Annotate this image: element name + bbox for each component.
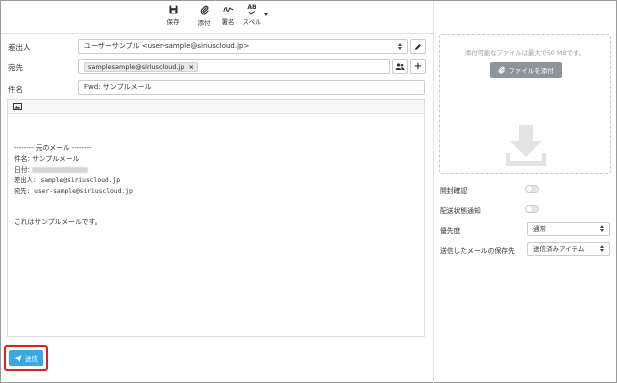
original-date-line: 日付: bbox=[14, 164, 89, 174]
read-receipt-toggle[interactable] bbox=[525, 185, 539, 193]
edit-identity-button[interactable] bbox=[410, 39, 426, 54]
attach-label: 添付 bbox=[197, 19, 211, 27]
spellcheck-dropdown-caret[interactable] bbox=[264, 13, 268, 16]
panel-divider bbox=[433, 1, 434, 383]
contacts-button[interactable] bbox=[392, 59, 408, 74]
message-text: これはサンプルメールです。 bbox=[14, 218, 102, 226]
original-from-line: 差出人: sample@siriuscloud.jp bbox=[14, 177, 121, 184]
editor-toolbar bbox=[8, 100, 424, 114]
redacted-date bbox=[32, 167, 89, 173]
send-button[interactable]: 送信 bbox=[9, 350, 43, 366]
from-select[interactable]: ユーザーサンプル <user-sample@siriuscloud.jp> bbox=[78, 39, 408, 54]
save-label: 保存 bbox=[166, 18, 180, 26]
compose-toolbar: 保存 添付 署名 AB スペル bbox=[1, 1, 433, 34]
paperclip-icon bbox=[200, 5, 209, 15]
delivery-notice-toggle[interactable] bbox=[525, 205, 539, 213]
compose-window: 保存 添付 署名 AB スペル 差出人 ユーザーサンプル <user-sampl… bbox=[0, 0, 617, 383]
original-subject-line: 件名: サンプルメール bbox=[14, 155, 80, 163]
subject-label: 件名 bbox=[8, 85, 23, 94]
priority-label: 優先度 bbox=[440, 227, 461, 235]
delivery-notice-label: 配送状態通知 bbox=[440, 207, 481, 215]
forward-separator: -------- 元のメール -------- bbox=[14, 144, 92, 152]
priority-value: 通常 bbox=[533, 225, 546, 233]
to-field[interactable]: samplesample@siriuscloud.jp × bbox=[78, 59, 390, 74]
spellcheck-button[interactable]: AB スペル bbox=[239, 5, 265, 27]
message-editor[interactable]: -------- 元のメール -------- 件名: サンプルメール 日付: … bbox=[7, 99, 425, 337]
send-button-highlight: 送信 bbox=[4, 345, 48, 371]
pencil-icon bbox=[415, 43, 421, 50]
save-button[interactable]: 保存 bbox=[160, 5, 186, 26]
spellcheck-label: スペル bbox=[242, 18, 262, 26]
save-sent-select[interactable]: 送信済みアイテム bbox=[527, 242, 610, 256]
paper-plane-icon bbox=[14, 354, 22, 362]
to-label: 宛先 bbox=[8, 63, 23, 72]
priority-select[interactable]: 通常 bbox=[527, 222, 610, 236]
original-to-line: 宛先: user-sample@siriuscloud.jp bbox=[14, 188, 133, 195]
select-arrows-icon bbox=[398, 43, 403, 51]
recipient-address: samplesample@siriuscloud.jp bbox=[88, 63, 185, 71]
subject-value: Fwd: サンプルメール bbox=[84, 83, 152, 91]
send-label: 送信 bbox=[25, 355, 38, 363]
select-arrows-icon bbox=[600, 225, 605, 233]
read-receipt-label: 開封確認 bbox=[440, 187, 468, 195]
date-label: 日付: bbox=[14, 166, 30, 174]
download-icon bbox=[506, 125, 546, 166]
paperclip-icon bbox=[498, 66, 506, 74]
save-icon bbox=[168, 5, 178, 14]
remove-recipient-button[interactable]: × bbox=[189, 63, 194, 71]
spellcheck-icon-text: AB bbox=[247, 4, 257, 11]
from-label: 差出人 bbox=[8, 43, 31, 52]
recipient-chip: samplesample@siriuscloud.jp × bbox=[84, 62, 198, 72]
attachment-drop-zone[interactable]: 添付可能なファイルは最大で50 MBです。 ファイルを添付 bbox=[439, 34, 611, 174]
image-icon[interactable] bbox=[13, 103, 22, 110]
attach-file-button[interactable]: ファイルを添付 bbox=[490, 62, 562, 78]
select-arrows-icon bbox=[600, 245, 605, 253]
add-recipient-button[interactable]: + bbox=[410, 59, 426, 74]
attach-file-label: ファイルを添付 bbox=[508, 67, 554, 75]
signature-label: 署名 bbox=[221, 18, 235, 26]
contacts-icon bbox=[395, 63, 405, 70]
spellcheck-icon: AB bbox=[239, 5, 265, 15]
save-sent-value: 送信済みアイテム bbox=[533, 245, 585, 253]
signature-button[interactable]: 署名 bbox=[215, 5, 241, 26]
from-value: ユーザーサンプル <user-sample@siriuscloud.jp> bbox=[84, 42, 250, 50]
subject-input[interactable]: Fwd: サンプルメール bbox=[78, 80, 425, 95]
signature-icon bbox=[222, 7, 234, 12]
attachment-limit-note: 添付可能なファイルは最大で50 MBです。 bbox=[465, 50, 585, 57]
attach-button[interactable]: 添付 bbox=[191, 5, 217, 27]
save-sent-label: 送信したメールの保存先 bbox=[440, 247, 515, 255]
